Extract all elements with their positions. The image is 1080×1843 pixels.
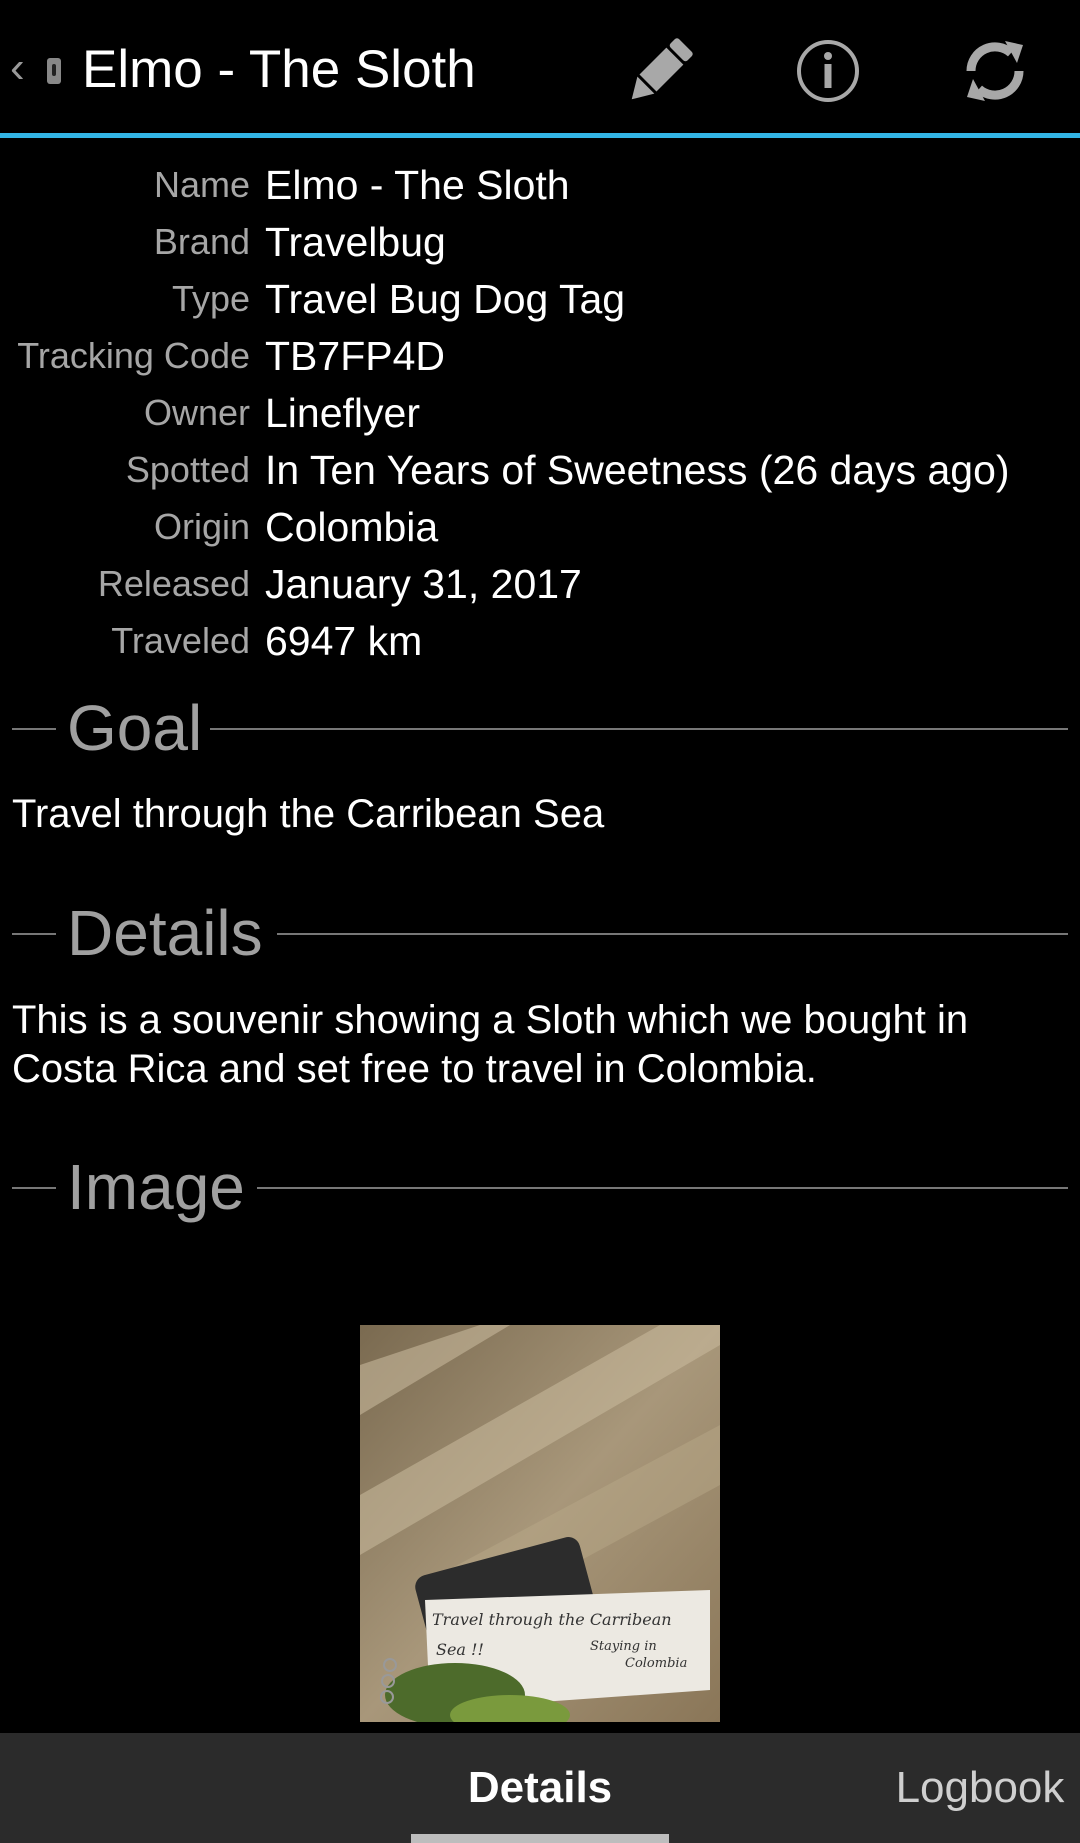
- detail-label: Owner: [143, 392, 250, 433]
- up-navigation-button[interactable]: ‹: [10, 42, 70, 98]
- detail-row-released: Released January 31, 2017: [0, 557, 1080, 614]
- detail-label: Released: [97, 563, 250, 604]
- divider: [257, 1187, 1068, 1189]
- detail-row-brand: Brand Travelbug: [0, 215, 1080, 272]
- detail-row-tracking-code: Tracking Code TB7FP4D: [0, 329, 1080, 386]
- detail-row-type: Type Travel Bug Dog Tag: [0, 272, 1080, 329]
- info-button[interactable]: [780, 28, 876, 114]
- photo-note-text: Staying in: [590, 1639, 657, 1654]
- detail-label: Tracking Code: [17, 335, 250, 376]
- section-header-goal: Goal: [12, 688, 1068, 768]
- detail-label: Spotted: [125, 449, 250, 490]
- photo-note-text: Colombia: [625, 1656, 687, 1671]
- section-title: Goal: [67, 692, 203, 764]
- divider: [12, 728, 56, 730]
- photo-note-text: Sea !!: [436, 1640, 484, 1659]
- page-title: Elmo - The Sloth: [82, 40, 476, 99]
- divider: [277, 933, 1068, 935]
- detail-value: Travelbug: [265, 219, 446, 265]
- photo-image: Travel through the Carribean Sea !! Stay…: [360, 1325, 720, 1722]
- tab-logbook[interactable]: Logbook: [880, 1733, 1080, 1843]
- detail-row-traveled: Traveled 6947 km: [0, 614, 1080, 671]
- detail-value-spotted-link[interactable]: In Ten Years of Sweetness (26 days ago): [265, 443, 1010, 497]
- detail-value: Colombia: [265, 504, 439, 550]
- photo-note-text: Travel through the Carribean: [432, 1610, 672, 1629]
- info-icon: [797, 40, 859, 102]
- chevron-left-icon: ‹: [10, 43, 25, 92]
- active-tab-indicator: [411, 1834, 669, 1843]
- divider: [12, 933, 56, 935]
- section-title: Image: [67, 1151, 245, 1223]
- detail-label: Origin: [153, 506, 250, 547]
- divider: [12, 1187, 56, 1189]
- detail-value: Elmo - The Sloth: [265, 162, 570, 208]
- detail-value-owner-link[interactable]: Lineflyer: [265, 386, 420, 440]
- refresh-icon: [966, 41, 1024, 101]
- section-header-details: Details: [12, 893, 1068, 973]
- detail-label: Name: [153, 164, 250, 205]
- action-bar: ‹ Elmo - The Sloth: [0, 0, 1080, 138]
- goal-text: Travel through the Carribean Sea: [12, 792, 605, 836]
- app-icon: [47, 58, 61, 84]
- tab-bar: Details Logbook: [0, 1733, 1080, 1843]
- details-text: This is a souvenir showing a Sloth which…: [12, 998, 969, 1091]
- divider: [210, 728, 1068, 730]
- pencil-icon: [631, 38, 693, 100]
- trackable-photo[interactable]: Travel through the Carribean Sea !! Stay…: [360, 1325, 720, 1722]
- tab-details[interactable]: Details: [411, 1733, 669, 1843]
- detail-row-spotted[interactable]: Spotted In Ten Years of Sweetness (26 da…: [0, 443, 1080, 500]
- detail-value: January 31, 2017: [265, 561, 582, 607]
- section-header-image: Image: [12, 1147, 1068, 1227]
- detail-value: Travel Bug Dog Tag: [265, 276, 626, 322]
- section-title: Details: [67, 897, 263, 969]
- refresh-button[interactable]: [947, 28, 1043, 114]
- detail-row-owner[interactable]: Owner Lineflyer: [0, 386, 1080, 443]
- detail-value: TB7FP4D: [265, 333, 445, 379]
- detail-label: Brand: [153, 221, 250, 262]
- detail-label: Traveled: [111, 620, 250, 661]
- detail-value: 6947 km: [265, 618, 423, 664]
- detail-label: Type: [171, 278, 250, 319]
- edit-button[interactable]: [612, 28, 708, 114]
- detail-row-name: Name Elmo - The Sloth: [0, 158, 1080, 215]
- details-table: Name Elmo - The Sloth Brand Travelbug Ty…: [0, 158, 1080, 671]
- detail-row-origin: Origin Colombia: [0, 500, 1080, 557]
